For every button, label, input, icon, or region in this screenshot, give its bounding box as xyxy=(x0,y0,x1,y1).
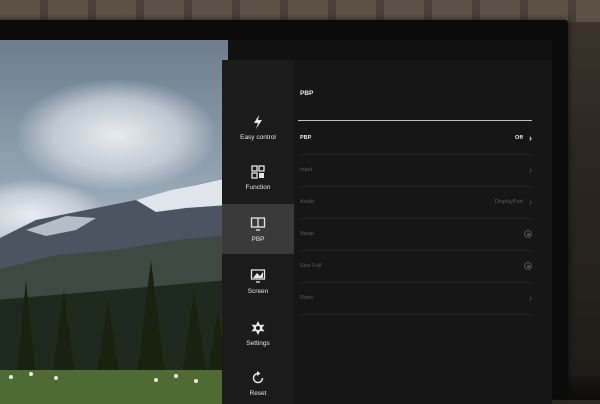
setting-label: PBP xyxy=(300,135,312,141)
function-grid-icon xyxy=(251,164,265,179)
setting-label: Ratio xyxy=(300,295,313,301)
window-blinds xyxy=(0,0,600,22)
pbp-monitor-icon xyxy=(250,216,266,231)
screen-icon xyxy=(250,268,266,283)
nav-item-label: Settings xyxy=(246,339,270,347)
setting-row-pbp[interactable]: PBP Off › xyxy=(300,122,532,155)
title-divider xyxy=(298,120,532,121)
setting-row-swap[interactable]: Swap xyxy=(300,218,532,251)
radio-icon xyxy=(524,230,532,238)
setting-row-ratio[interactable]: Ratio › xyxy=(300,282,532,315)
nav-item-reset[interactable]: Reset xyxy=(222,358,294,404)
nav-item-label: PBP xyxy=(251,235,265,243)
nav-item-function[interactable]: Function xyxy=(222,152,294,202)
wallpaper-landscape xyxy=(0,178,228,404)
setting-label: Input xyxy=(300,167,313,173)
setting-value: DisplayPort xyxy=(494,199,523,205)
nav-item-label: Screen xyxy=(247,287,269,295)
setting-row-audio[interactable]: Audio DisplayPort › xyxy=(300,186,532,219)
lightning-icon xyxy=(254,114,262,129)
reset-icon xyxy=(252,370,264,383)
gear-icon xyxy=(251,320,265,335)
nav-item-label: Reset xyxy=(249,389,267,397)
panel-title: PBP xyxy=(300,90,314,97)
setting-label: Audio xyxy=(300,199,315,205)
desktop-wallpaper xyxy=(0,40,228,404)
monitor-screen: Easy control Function PBP Screen Setting… xyxy=(0,40,552,404)
nav-item-easy-control[interactable]: Easy control xyxy=(222,102,294,152)
nav-item-label: Function xyxy=(245,183,271,191)
osd-settings-panel: PBP PBP Off › Input › Audio DisplayPort … xyxy=(294,60,552,404)
setting-row-size-full[interactable]: Size Full xyxy=(300,250,532,283)
radio-icon xyxy=(524,262,532,270)
nav-item-label: Easy control xyxy=(240,133,276,141)
nav-item-settings[interactable]: Settings xyxy=(222,308,294,358)
nav-item-pbp[interactable]: PBP xyxy=(222,204,294,254)
osd-nav: Easy control Function PBP Screen Setting… xyxy=(222,60,294,404)
chevron-right-icon: › xyxy=(529,132,532,143)
setting-row-input[interactable]: Input › xyxy=(300,154,532,187)
chevron-right-icon: › xyxy=(529,292,532,303)
setting-label: Swap xyxy=(300,231,314,237)
setting-label: Size Full xyxy=(300,263,322,269)
chevron-right-icon: › xyxy=(529,196,532,207)
nav-item-screen[interactable]: Screen xyxy=(222,256,294,306)
chevron-right-icon: › xyxy=(529,164,532,175)
monitor-bezel: Easy control Function PBP Screen Setting… xyxy=(0,20,568,404)
setting-value: Off xyxy=(515,135,523,141)
